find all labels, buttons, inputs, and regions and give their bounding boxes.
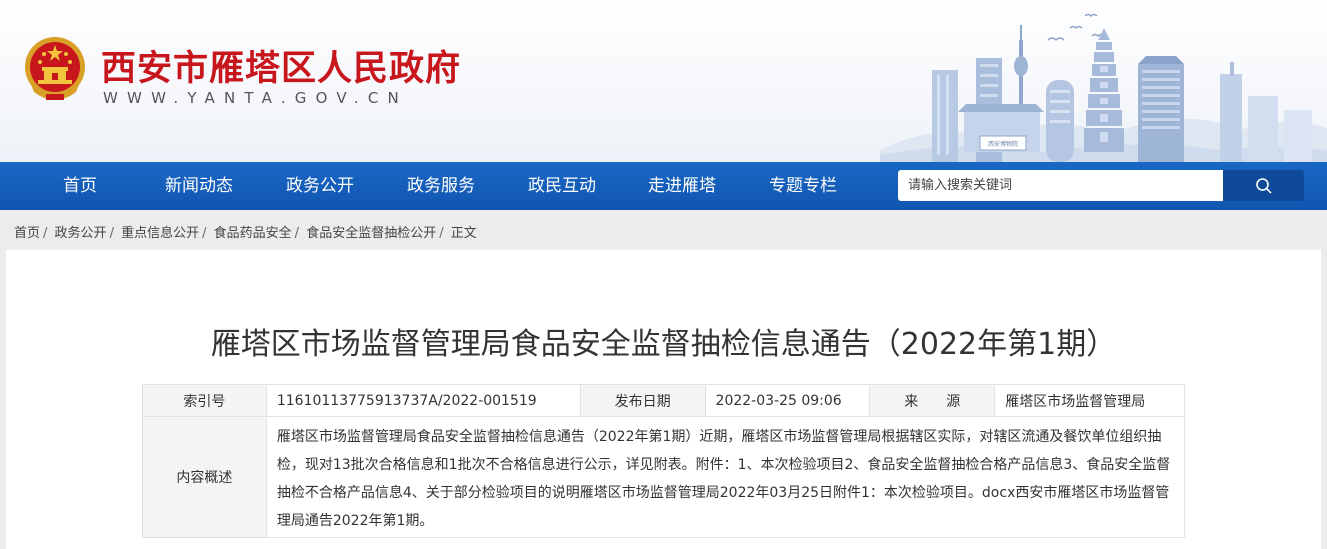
nav-item-interaction[interactable]: 政民互动	[528, 162, 596, 210]
summary-label: 内容概述	[142, 416, 267, 538]
index-number-label: 索引号	[142, 384, 267, 417]
site-title[interactable]: 西安市雁塔区人民政府	[101, 40, 461, 91]
city-skyline-illustration: 西安博物院	[880, 13, 1327, 162]
breadcrumb-government-affairs[interactable]: 政务公开	[55, 226, 107, 241]
breadcrumb-separator: /	[439, 226, 444, 241]
summary-value: 雁塔区市场监督管理局食品安全监督抽检信息通告（2022年第1期）近期，雁塔区市场…	[265, 416, 1186, 538]
nav-item-about-yanta[interactable]: 走进雁塔	[648, 162, 716, 210]
site-header: 西安市雁塔区人民政府 WWW.YANTA.GOV.CN 西安博物院	[0, 0, 1327, 162]
breadcrumb-food-drug-safety[interactable]: 食品药品安全	[214, 226, 292, 241]
breadcrumb: 首页 / 政务公开 / 重点信息公开 / 食品药品安全 / 食品安全监督抽检公开 / 正文	[14, 222, 477, 241]
nav-item-home[interactable]: 首页	[63, 162, 97, 210]
breadcrumb-separator: /	[294, 226, 300, 241]
meta-row: 内容概述 雁塔区市场监督管理局食品安全监督抽检信息通告（2022年第1期）近期，…	[142, 416, 1186, 538]
breadcrumb-separator: /	[109, 226, 114, 241]
meta-row: 索引号 11610113775913737A/2022-001519 发布日期 …	[142, 384, 1185, 417]
index-number-value: 11610113775913737A/2022-001519	[265, 384, 581, 417]
source-label: 来 源	[869, 384, 996, 417]
breadcrumb-separator: /	[43, 226, 48, 241]
breadcrumb-food-inspection[interactable]: 食品安全监督抽检公开	[306, 226, 436, 241]
source-value: 雁塔区市场监督管理局	[994, 384, 1185, 417]
search-icon	[1255, 177, 1271, 193]
breadcrumb-separator: /	[202, 226, 207, 241]
nav-item-special-topics[interactable]: 专题专栏	[769, 162, 837, 210]
nav-item-news[interactable]: 新闻动态	[165, 162, 233, 210]
museum-sign: 西安博物院	[988, 140, 1018, 148]
publish-date-label: 发布日期	[579, 384, 706, 417]
nav-item-government-services[interactable]: 政务服务	[407, 162, 475, 210]
search-button[interactable]	[1223, 170, 1304, 201]
article-title: 雁塔区市场监督管理局食品安全监督抽检信息通告（2022年第1期）	[210, 327, 1117, 362]
national-emblem-icon	[25, 37, 85, 100]
publish-date-value: 2022-03-25 09:06	[704, 384, 871, 417]
breadcrumb-key-info[interactable]: 重点信息公开	[121, 226, 199, 241]
article-meta-table: 索引号 11610113775913737A/2022-001519 发布日期 …	[142, 384, 1186, 538]
nav-item-government-affairs[interactable]: 政务公开	[286, 162, 354, 210]
search-input[interactable]	[898, 170, 1223, 201]
breadcrumb-home[interactable]: 首页	[14, 226, 40, 241]
breadcrumb-current: 正文	[450, 226, 477, 241]
site-url: WWW.YANTA.GOV.CN	[103, 89, 408, 107]
